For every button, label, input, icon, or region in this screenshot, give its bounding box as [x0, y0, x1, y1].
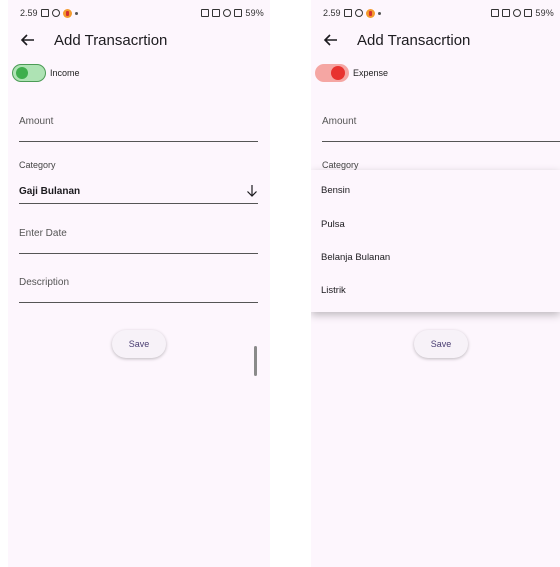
status-bar-left: 2.59	[323, 8, 381, 18]
status-time: 2.59	[323, 8, 341, 18]
date-field[interactable]: Enter Date	[19, 213, 258, 254]
instagram-notification-icon	[354, 9, 363, 17]
amount-field[interactable]: Amount	[322, 100, 560, 142]
page-title: Add Transacrtion	[54, 31, 168, 49]
status-time: 2.59	[20, 8, 38, 18]
wifi-icon	[223, 9, 232, 17]
dropdown-option[interactable]: Listrik	[321, 285, 346, 296]
battery-percent: 59%	[245, 8, 264, 18]
category-label: Category	[322, 160, 359, 170]
phone-screen-expense: 2.59 59% Add Transacrtion Expense Amount…	[311, 0, 560, 567]
nfc-icon	[502, 9, 511, 17]
battery-percent: 59%	[535, 8, 554, 18]
app-bar: Add Transacrtion	[18, 28, 167, 52]
save-button[interactable]: Save	[414, 330, 468, 358]
arrow-down-icon	[246, 184, 258, 198]
signal-icon	[524, 9, 533, 17]
back-arrow-icon[interactable]	[18, 30, 38, 50]
type-switch-row: Income	[12, 64, 80, 82]
more-notifications-dot-icon	[377, 11, 381, 15]
category-label: Category	[19, 160, 56, 170]
category-selected-value: Gaji Bulanan	[19, 186, 81, 197]
phone-screen-income: 2.59 59% Add Transacrtion Income Amount …	[8, 0, 270, 567]
app-bar: Add Transacrtion	[321, 28, 470, 52]
dropdown-option[interactable]: Bensin	[321, 185, 350, 196]
switch-thumb	[331, 66, 345, 80]
description-placeholder: Description	[19, 277, 70, 288]
scrollbar-thumb[interactable]	[254, 346, 257, 376]
switch-label: Income	[50, 68, 80, 78]
save-button[interactable]: Save	[112, 330, 166, 358]
amount-placeholder: Amount	[322, 116, 357, 127]
signal-icon	[234, 9, 243, 17]
dropdown-option[interactable]: Belanja Bulanan	[321, 252, 390, 263]
back-arrow-icon[interactable]	[321, 30, 341, 50]
switch-label: Expense	[353, 68, 389, 78]
screenshot-stage: 2.59 59% Add Transacrtion Income Amount …	[0, 0, 560, 567]
battery-saver-icon	[491, 9, 500, 17]
switch-thumb	[16, 67, 28, 79]
more-notifications-dot-icon	[74, 11, 78, 15]
instagram-notification-icon	[51, 9, 60, 17]
income-toggle-switch[interactable]	[12, 64, 46, 82]
app-notification-icon	[62, 8, 72, 18]
page-title: Add Transacrtion	[357, 31, 471, 49]
expense-toggle-switch[interactable]	[315, 64, 349, 82]
nfc-icon	[212, 9, 221, 17]
gallery-notification-icon	[343, 9, 352, 17]
amount-field[interactable]: Amount	[19, 100, 258, 142]
status-bar-left: 2.59	[20, 8, 78, 18]
status-bar: 2.59 59%	[20, 8, 264, 20]
category-dropdown[interactable]: Category Gaji Bulanan	[19, 160, 258, 204]
status-bar: 2.59 59%	[323, 8, 554, 20]
amount-placeholder: Amount	[19, 116, 54, 127]
gallery-notification-icon	[40, 9, 49, 17]
app-notification-icon	[365, 8, 375, 18]
wifi-icon	[513, 9, 522, 17]
category-dropdown-menu: Bensin Pulsa Belanja Bulanan Listrik	[311, 170, 560, 312]
description-field[interactable]: Description	[19, 263, 258, 303]
status-bar-right: 59%	[491, 8, 554, 18]
date-placeholder: Enter Date	[19, 228, 67, 239]
type-switch-row: Expense	[315, 64, 388, 82]
battery-saver-icon	[201, 9, 210, 17]
status-bar-right: 59%	[201, 8, 264, 18]
dropdown-option[interactable]: Pulsa	[321, 219, 345, 230]
